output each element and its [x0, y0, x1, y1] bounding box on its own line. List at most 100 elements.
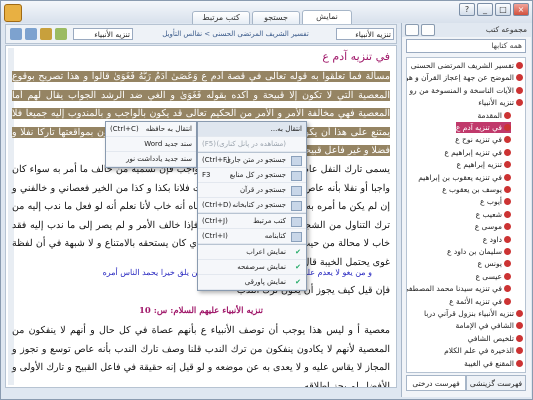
- book-node-icon: [504, 260, 511, 268]
- tree-node-label: تنزيه إبراهيم ع: [456, 160, 502, 170]
- menu-item-search-quran[interactable]: جستجو در قرآن: [198, 183, 306, 198]
- menu-item-search-all[interactable]: F3 جستجو در کل منابع: [198, 168, 306, 183]
- page-title: في تنزيه آدم ع: [322, 50, 390, 63]
- tree-node[interactable]: سليمان بن داود ع: [447, 246, 511, 257]
- book-node-icon: [504, 285, 511, 293]
- sidebar-pin-icon[interactable]: [405, 24, 419, 36]
- tree-node-label: في تنزيه إبراهيم ع: [444, 147, 502, 157]
- tree-node-label: موسى ع: [474, 222, 502, 232]
- tree-node[interactable]: في تنزيه سيدنا محمد المصطفى: [407, 283, 511, 294]
- book-node-icon: [504, 161, 511, 169]
- book-node-icon: [504, 235, 511, 243]
- menu-item-search-library[interactable]: (Ctrl+D) جستجو در کتابخانه: [198, 198, 306, 213]
- tab-search[interactable]: جستجو: [252, 11, 300, 24]
- doc-selector[interactable]: تنزیه الأنبیاء: [73, 28, 133, 40]
- book-node-icon: [504, 272, 511, 280]
- maximize-button[interactable]: □: [495, 3, 511, 16]
- tree-node[interactable]: موسى ع: [475, 221, 511, 232]
- page-selector[interactable]: تنزیه الأنبیاء: [336, 28, 394, 40]
- back-icon[interactable]: [10, 28, 22, 40]
- breadcrumb[interactable]: تفسیر الشریف المرتضی الحسنی > نقالس التأ…: [138, 28, 333, 40]
- tab-related-books[interactable]: کتب مرتبط: [192, 11, 250, 24]
- book-node-icon: [504, 124, 511, 131]
- tree-node[interactable]: المقدمة: [478, 110, 511, 121]
- tree-node[interactable]: في تنزيه نوح ع: [455, 134, 511, 145]
- books-icon: [291, 217, 302, 227]
- tree-node-label: تنزيه الأنبياء: [478, 98, 514, 108]
- book-node-icon: [516, 74, 523, 82]
- help-button[interactable]: ?: [459, 3, 475, 16]
- tree-node-label: سليمان بن داود ع: [447, 247, 502, 256]
- tree-node[interactable]: شعيب ع: [476, 209, 511, 220]
- menu-item-new-note[interactable]: سند جدید یادداشت نور: [106, 152, 196, 167]
- refresh-icon[interactable]: [40, 28, 52, 40]
- tree-node[interactable]: تلخيص الشافي: [468, 333, 523, 344]
- tree-node[interactable]: في تنزيه الأئمة ع: [449, 296, 511, 307]
- check-icon: ✔: [295, 248, 301, 256]
- search-icon: [291, 171, 302, 181]
- tab-selective-index[interactable]: فهرست گزینشی: [466, 375, 526, 391]
- menu-item-show-footnotes[interactable]: نمایش پاورقی ✔: [198, 275, 306, 290]
- tree-node-label: يوسف بن يعقوب ع: [442, 185, 502, 194]
- book-node-icon: [504, 173, 511, 181]
- context-menu-main: انتقال به... (F5) (مشاهده در پانل کناری) …: [197, 121, 307, 291]
- bibliography-icon: [291, 232, 302, 242]
- tree-node[interactable]: تنزيه إبراهيم ع: [457, 159, 511, 170]
- bookmark-icon[interactable]: [55, 28, 67, 40]
- tree-node-label: الآيات الناسخة و المنسوخة من رو: [409, 85, 514, 95]
- menu-item-search-current[interactable]: (Ctrl+F) جستجو در متن جاری: [198, 153, 306, 168]
- search-icon: [291, 156, 302, 166]
- minimize-button[interactable]: _: [477, 3, 493, 16]
- tree-node[interactable]: يونس ع: [478, 258, 511, 269]
- tree-node[interactable]: يوسف بن يعقوب ع: [442, 184, 511, 195]
- check-icon: ✔: [295, 263, 301, 271]
- tree-node-label: في تنزيه يعقوب بن إبراهيم: [418, 172, 502, 182]
- tree-node-label: الموضح عن جهة إعجاز القرآن و هو: [406, 73, 514, 83]
- tree-node[interactable]: الموضح عن جهة إعجاز القرآن و هو: [406, 72, 523, 83]
- menu-item-bibliography[interactable]: (Ctrl+I) کتابنامه: [198, 229, 306, 244]
- tree-node[interactable]: داود ع: [483, 234, 511, 245]
- book-node-icon: [516, 62, 523, 69]
- section-heading: تنزيه الأنبياء عليهم السلام: س: 10: [138, 306, 264, 316]
- menu-item-copy[interactable]: (Ctrl+C) انتقال به حافظه: [106, 122, 196, 137]
- menu-item-goto[interactable]: انتقال به...: [198, 122, 306, 137]
- menu-item-related-books[interactable]: (Ctrl+J) کتب مرتبط: [198, 214, 306, 229]
- menu-item-new-word[interactable]: سند جدید Word: [106, 137, 196, 152]
- book-node-icon: [516, 99, 523, 107]
- tree-node[interactable]: تنزيه الأنبياء: [478, 97, 523, 108]
- book-node-icon: [504, 186, 511, 193]
- close-button[interactable]: ×: [513, 3, 529, 16]
- tree-node[interactable]: تفسیر الشریف المرتضی الحسنی: [411, 60, 523, 71]
- menu-item-show-diacritics[interactable]: نمایش اعراب ✔: [198, 245, 306, 260]
- tree-node[interactable]: في تنزيه آدم ع: [455, 122, 511, 133]
- title-bar: نمایش جستجو کتب مرتبط ? _ □ ×: [1, 1, 532, 24]
- forward-icon[interactable]: [25, 28, 37, 40]
- book-node-icon: [504, 223, 511, 231]
- sidebar: مجموعه کتب همه کتابها تفسیر الشریف المرت…: [401, 23, 531, 397]
- book-node-icon: [504, 148, 511, 156]
- tree-node[interactable]: المقنع في الغيبة: [464, 358, 523, 369]
- book-node-icon: [516, 310, 523, 317]
- tree-node-label: عيسى ع: [475, 271, 502, 281]
- tree-node[interactable]: الشافي في الإمامة: [455, 320, 523, 331]
- tree-node-label: الشافي في الإمامة: [455, 321, 515, 331]
- tree-node[interactable]: تنزيه الأنبياء بنزول قرآني دربا: [424, 308, 523, 319]
- tree-node[interactable]: عيسى ع: [475, 271, 511, 282]
- menu-item-show-header[interactable]: نمایش سرصفحه ✔: [198, 260, 306, 275]
- tab-tree-index[interactable]: فهرست درختی: [406, 375, 466, 391]
- tree-node[interactable]: في تنزيه إبراهيم ع: [444, 147, 511, 158]
- tree-node[interactable]: الذخيرة في علم الكلام: [444, 345, 523, 356]
- book-node-icon: [516, 322, 523, 330]
- book-filter-dropdown[interactable]: همه کتابها: [406, 39, 526, 53]
- paragraph: معصية أ و ليس هذا يوجب أن توصف الأنبياء …: [12, 325, 390, 388]
- tree-node[interactable]: أيوب ع: [480, 196, 511, 207]
- tree-node[interactable]: الآيات الناسخة و المنسوخة من رو: [409, 85, 523, 96]
- sidebar-close-icon[interactable]: [421, 24, 435, 36]
- tree-node-label: أيوب ع: [480, 197, 502, 207]
- check-icon: ✔: [295, 278, 301, 286]
- book-node-icon: [504, 136, 511, 144]
- tree-node[interactable]: في تنزيه يعقوب بن إبراهيم: [418, 172, 511, 183]
- tab-view[interactable]: نمایش: [302, 10, 352, 24]
- tree-node-label: يونس ع: [477, 259, 502, 269]
- tree-node-label: في تنزيه الأئمة ع: [449, 296, 502, 306]
